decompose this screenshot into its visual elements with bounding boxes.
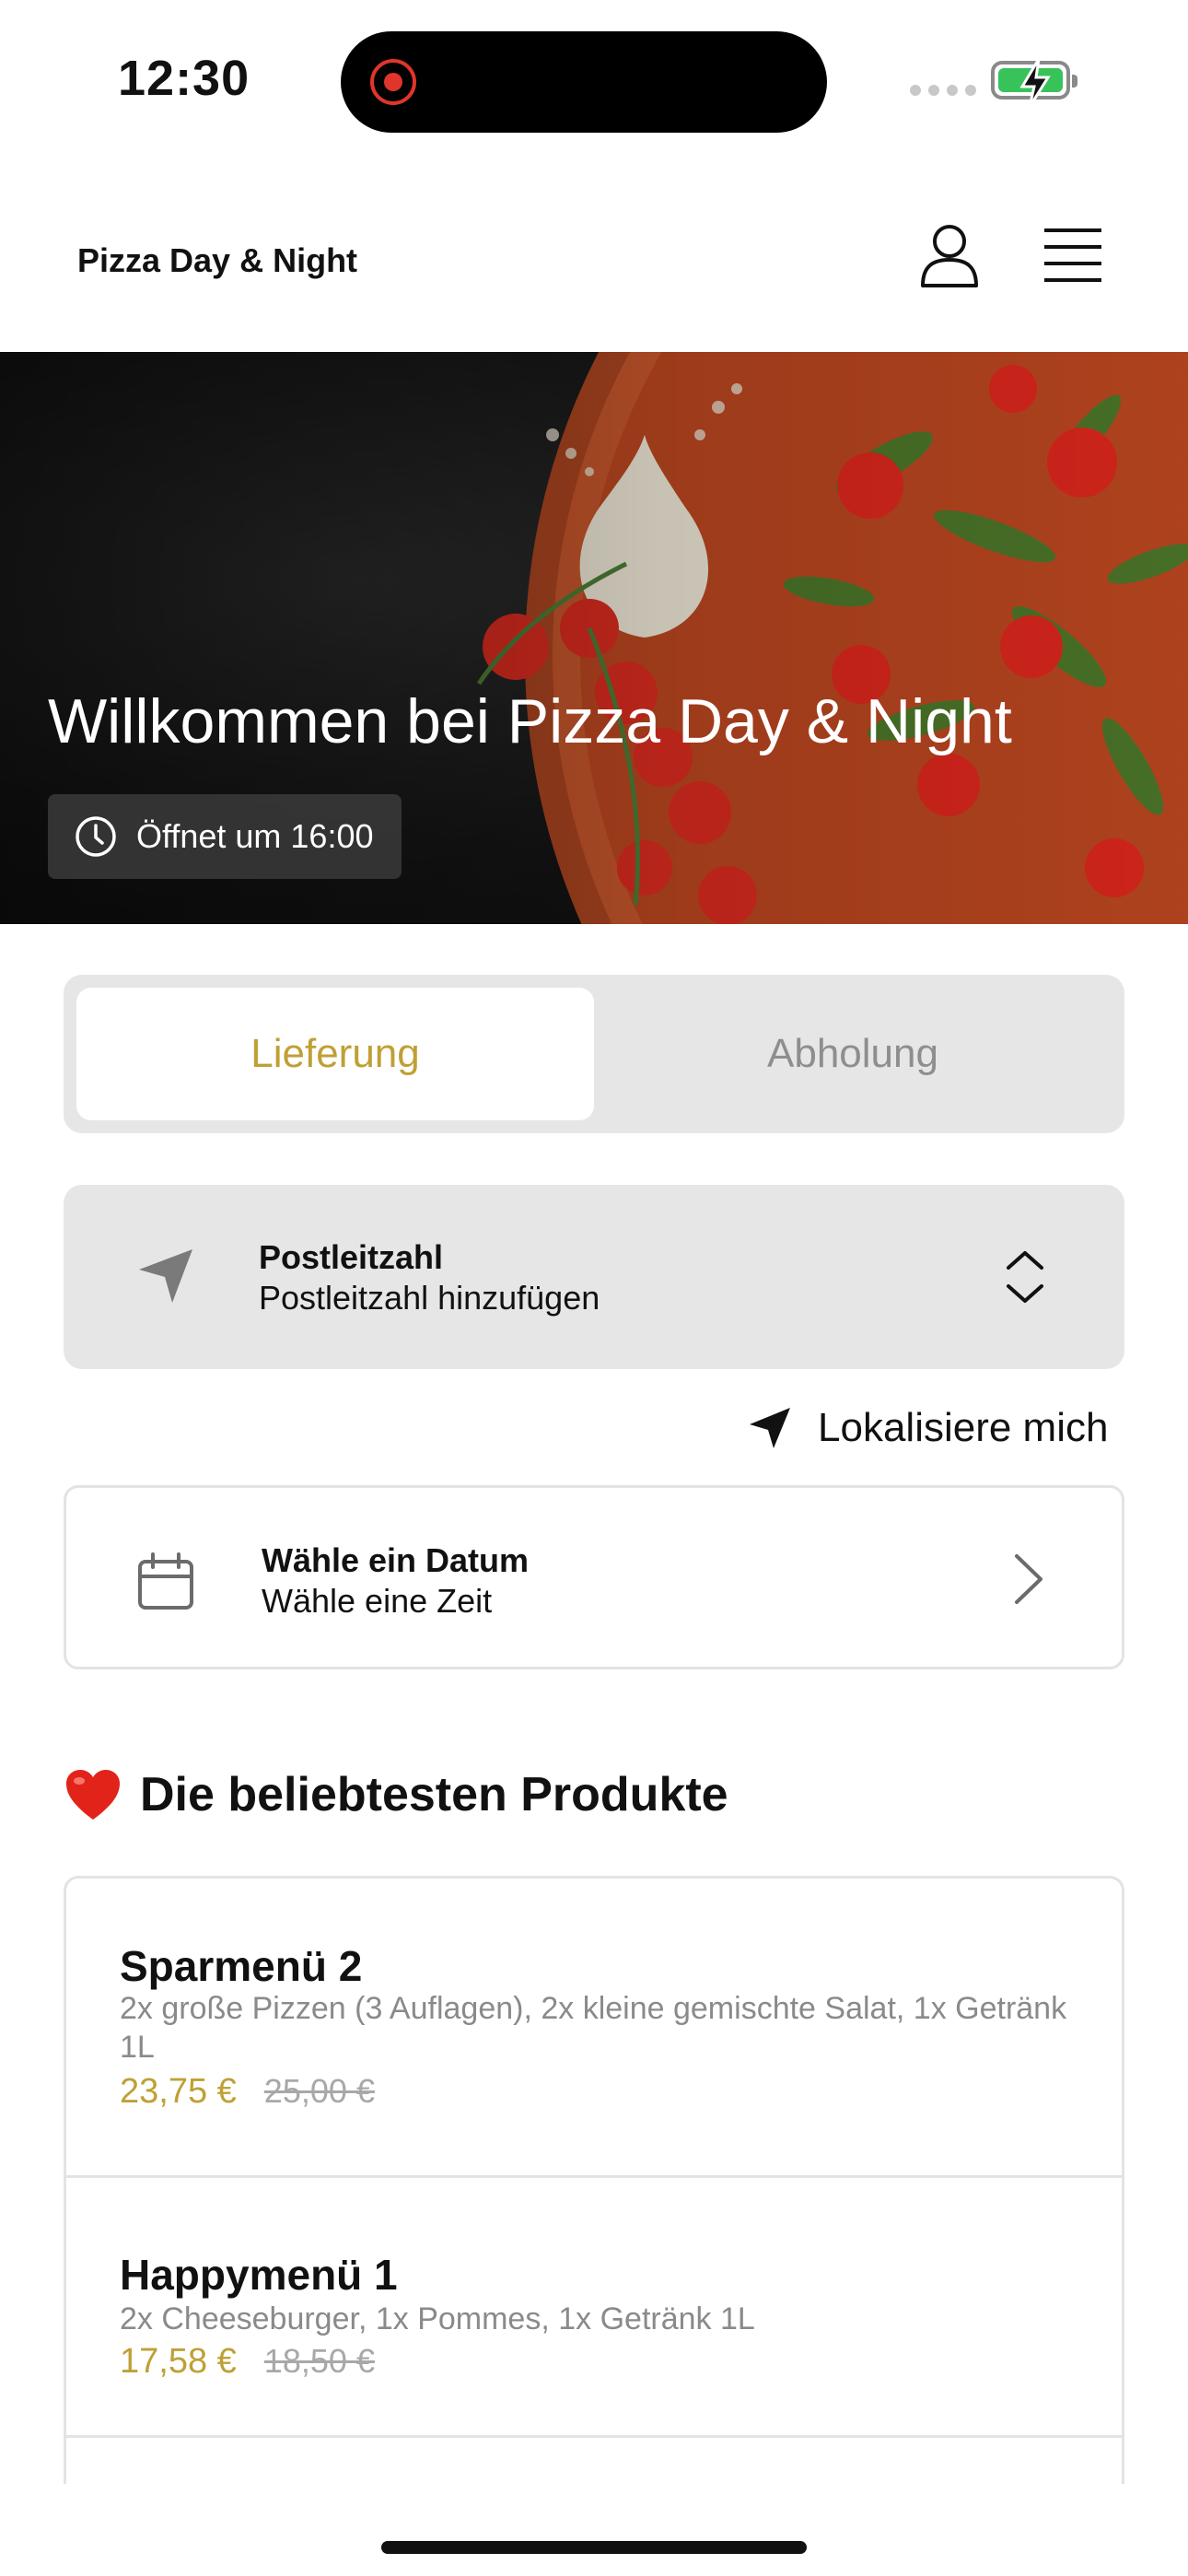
product-price-row: 17,58 € 18,50 € bbox=[120, 2342, 375, 2382]
tab-pickup[interactable]: Abholung bbox=[594, 988, 1112, 1120]
date-label: Wähle ein Datum bbox=[262, 1541, 530, 1579]
profile-icon[interactable] bbox=[915, 221, 984, 289]
heart-icon bbox=[66, 1770, 120, 1820]
product-description: 2x Cheeseburger, 1x Pommes, 1x Getränk 1… bbox=[120, 2301, 755, 2336]
product-card[interactable]: Sparmenü 2 2x große Pizzen (3 Auflagen),… bbox=[66, 1879, 1122, 2178]
postcode-selector[interactable]: Postleitzahl Postleitzahl hinzufügen bbox=[64, 1185, 1124, 1369]
product-description: 2x große Pizzen (3 Auflagen), 2x kleine … bbox=[120, 1991, 1067, 2065]
product-name: Sparmenü 2 bbox=[120, 1942, 363, 1990]
product-list: Sparmenü 2 2x große Pizzen (3 Auflagen),… bbox=[64, 1876, 1124, 2484]
product-price-row: 23,75 € 25,00 € bbox=[120, 2072, 375, 2112]
app-header: Pizza Day & Night bbox=[0, 157, 1188, 352]
postcode-label: Postleitzahl bbox=[259, 1238, 444, 1276]
hero-banner: Willkommen bei Pizza Day & Night Öffnet … bbox=[0, 352, 1188, 924]
product-name: Happymenü 1 bbox=[120, 2251, 398, 2299]
opening-hours-badge: Öffnet um 16:00 bbox=[48, 794, 402, 879]
menu-icon[interactable] bbox=[1042, 227, 1103, 284]
signal-dots-icon bbox=[910, 85, 976, 96]
location-arrow-icon bbox=[750, 1408, 790, 1448]
product-card[interactable]: Happymenü 1 2x Cheeseburger, 1x Pommes, … bbox=[66, 2178, 1122, 2438]
popular-products-heading: Die beliebtesten Produkte bbox=[64, 1767, 728, 1822]
product-price: 17,58 € bbox=[120, 2342, 237, 2381]
status-bar: 12:30 bbox=[0, 0, 1188, 157]
calendar-icon bbox=[138, 1552, 193, 1610]
battery-charging-icon bbox=[991, 58, 1077, 108]
dynamic-island bbox=[341, 31, 827, 133]
postcode-value: Postleitzahl hinzufügen bbox=[259, 1279, 600, 1317]
clock-icon bbox=[76, 816, 116, 857]
product-old-price: 25,00 € bbox=[263, 2072, 375, 2110]
navigation-arrow-icon bbox=[139, 1249, 192, 1303]
opening-hours-text: Öffnet um 16:00 bbox=[136, 817, 374, 855]
date-time-picker[interactable]: Wähle ein Datum Wähle eine Zeit bbox=[64, 1485, 1124, 1669]
chevron-right-icon bbox=[1015, 1554, 1042, 1604]
hero-title: Willkommen bei Pizza Day & Night bbox=[48, 686, 1012, 756]
locate-me-label: Lokalisiere mich bbox=[818, 1405, 1109, 1450]
tab-delivery[interactable]: Lieferung bbox=[76, 988, 594, 1120]
locate-me-button[interactable]: Lokalisiere mich bbox=[748, 1400, 1108, 1456]
product-price: 23,75 € bbox=[120, 2072, 237, 2111]
status-time: 12:30 bbox=[118, 51, 250, 106]
chevron-updown-icon bbox=[1007, 1251, 1043, 1303]
brand-name[interactable]: Pizza Day & Night bbox=[77, 241, 357, 280]
home-indicator[interactable] bbox=[381, 2541, 807, 2554]
popular-products-title: Die beliebtesten Produkte bbox=[140, 1768, 728, 1821]
recording-icon bbox=[370, 59, 416, 105]
product-old-price: 18,50 € bbox=[263, 2342, 375, 2380]
time-value: Wähle eine Zeit bbox=[262, 1582, 493, 1620]
order-mode-tabs: Lieferung Abholung bbox=[64, 975, 1124, 1133]
